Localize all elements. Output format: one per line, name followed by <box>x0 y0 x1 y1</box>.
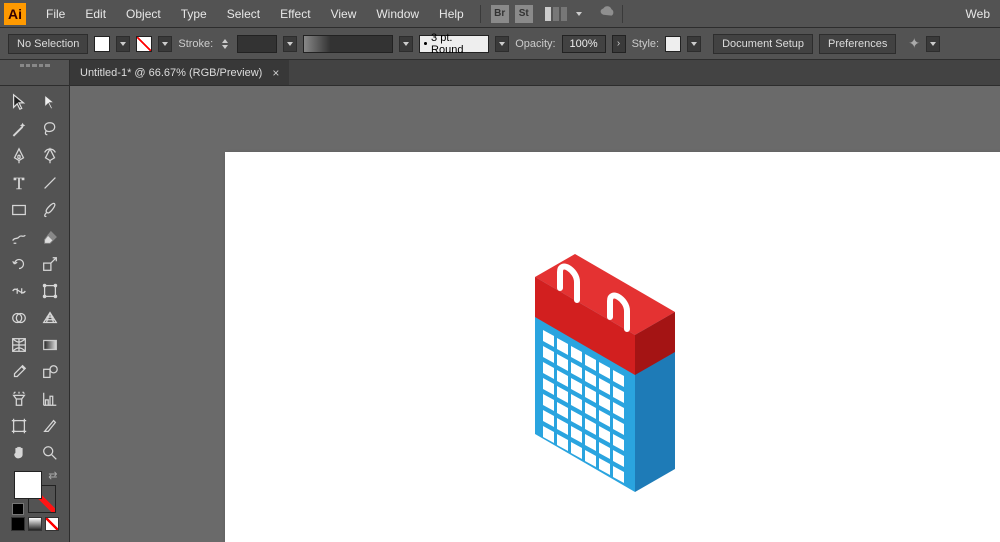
pen-tool-icon[interactable] <box>5 144 33 168</box>
workspace-web[interactable]: Web <box>956 3 1000 25</box>
stroke-dropdown[interactable] <box>158 36 172 52</box>
stroke-weight-stepper[interactable] <box>219 36 231 52</box>
style-swatch[interactable] <box>665 36 681 52</box>
artboard[interactable] <box>225 152 1000 542</box>
dock-icons: Br St <box>491 5 616 23</box>
stroke-weight-field[interactable] <box>237 35 277 53</box>
color-modes <box>11 517 59 531</box>
arrange-documents-icon[interactable] <box>545 7 567 21</box>
fill-color-icon[interactable] <box>14 471 42 499</box>
menu-file[interactable]: File <box>36 3 75 25</box>
selection-tool-icon[interactable] <box>5 90 33 114</box>
hand-tool-icon[interactable] <box>5 441 33 465</box>
color-mode-gradient[interactable] <box>28 517 42 531</box>
curvature-tool-icon[interactable] <box>36 144 64 168</box>
separator <box>480 5 481 23</box>
free-transform-tool-icon[interactable] <box>36 279 64 303</box>
lasso-tool-icon[interactable] <box>36 117 64 141</box>
shape-builder-tool-icon[interactable] <box>5 306 33 330</box>
gradient-tool-icon[interactable] <box>36 333 64 357</box>
document-tab[interactable]: Untitled-1* @ 66.67% (RGB/Preview) × <box>70 60 289 85</box>
color-mode-none[interactable] <box>45 517 59 531</box>
bridge-icon[interactable]: Br <box>491 5 509 23</box>
variable-width-dropdown[interactable] <box>495 36 509 52</box>
separator <box>622 5 623 23</box>
column-graph-tool-icon[interactable] <box>36 387 64 411</box>
stock-icon[interactable]: St <box>515 5 533 23</box>
width-tool-icon[interactable] <box>5 279 33 303</box>
align-dropdown[interactable] <box>926 36 940 52</box>
menu-object[interactable]: Object <box>116 3 171 25</box>
variable-width-profile[interactable]: 3 pt. Round <box>419 35 489 53</box>
artboard-tool-icon[interactable] <box>5 414 33 438</box>
opacity-dropdown[interactable]: › <box>612 35 626 53</box>
stroke-label: Stroke: <box>178 38 213 50</box>
menu-edit[interactable]: Edit <box>75 3 116 25</box>
document-tab-title: Untitled-1* @ 66.67% (RGB/Preview) <box>80 67 262 79</box>
line-segment-tool-icon[interactable] <box>36 171 64 195</box>
brush-definition-field[interactable] <box>303 35 393 53</box>
shaper-tool-icon[interactable] <box>5 225 33 249</box>
direct-selection-tool-icon[interactable] <box>36 90 64 114</box>
rectangle-tool-icon[interactable] <box>5 198 33 222</box>
toolbox-collapse-handle[interactable] <box>0 60 70 85</box>
style-label: Style: <box>632 38 660 50</box>
selection-state[interactable]: No Selection <box>8 34 88 54</box>
document-setup-button[interactable]: Document Setup <box>713 34 813 54</box>
main-area: ⇄ <box>0 86 1000 542</box>
symbol-sprayer-tool-icon[interactable] <box>5 387 33 411</box>
menu-select[interactable]: Select <box>217 3 270 25</box>
stroke-swatch[interactable] <box>136 36 152 52</box>
canvas-area[interactable] <box>70 86 1000 542</box>
slice-tool-icon[interactable] <box>36 414 64 438</box>
artwork-calendar-isometric <box>525 202 745 502</box>
mesh-tool-icon[interactable] <box>5 333 33 357</box>
eraser-tool-icon[interactable] <box>36 225 64 249</box>
color-mode-solid[interactable] <box>11 517 25 531</box>
toolbox: ⇄ <box>0 86 70 542</box>
type-tool-icon[interactable] <box>5 171 33 195</box>
align-icon[interactable]: ✦ <box>908 35 920 52</box>
variable-width-label: 3 pt. Round <box>431 32 484 56</box>
control-bar: No Selection Stroke: 3 pt. Round Opacity… <box>0 28 1000 60</box>
default-fill-stroke-icon[interactable] <box>12 503 24 515</box>
menu-view[interactable]: View <box>321 3 367 25</box>
perspective-grid-tool-icon[interactable] <box>36 306 64 330</box>
menu-bar: Ai File Edit Object Type Select Effect V… <box>0 0 1000 28</box>
app-icon: Ai <box>4 3 26 25</box>
sync-icon[interactable] <box>598 5 616 22</box>
eyedropper-tool-icon[interactable] <box>5 360 33 384</box>
document-tab-bar: Untitled-1* @ 66.67% (RGB/Preview) × <box>0 60 1000 86</box>
opacity-field[interactable]: 100% <box>562 35 606 53</box>
preferences-button[interactable]: Preferences <box>819 34 896 54</box>
opacity-label: Opacity: <box>515 38 555 50</box>
menu-window[interactable]: Window <box>366 3 429 25</box>
blend-tool-icon[interactable] <box>36 360 64 384</box>
zoom-tool-icon[interactable] <box>36 441 64 465</box>
paintbrush-tool-icon[interactable] <box>36 198 64 222</box>
fill-dropdown[interactable] <box>116 36 130 52</box>
menu-effect[interactable]: Effect <box>270 3 320 25</box>
menu-type[interactable]: Type <box>171 3 217 25</box>
scale-tool-icon[interactable] <box>36 252 64 276</box>
arrange-documents-dropdown[interactable] <box>576 12 582 16</box>
brush-dropdown[interactable] <box>399 36 413 52</box>
rotate-tool-icon[interactable] <box>5 252 33 276</box>
menu-help[interactable]: Help <box>429 3 474 25</box>
magic-wand-tool-icon[interactable] <box>5 117 33 141</box>
fill-swatch[interactable] <box>94 36 110 52</box>
swap-fill-stroke-icon[interactable]: ⇄ <box>48 469 57 482</box>
fill-stroke-control[interactable]: ⇄ <box>14 471 56 513</box>
style-dropdown[interactable] <box>687 36 701 52</box>
close-icon[interactable]: × <box>272 66 279 80</box>
stroke-weight-dropdown[interactable] <box>283 36 297 52</box>
